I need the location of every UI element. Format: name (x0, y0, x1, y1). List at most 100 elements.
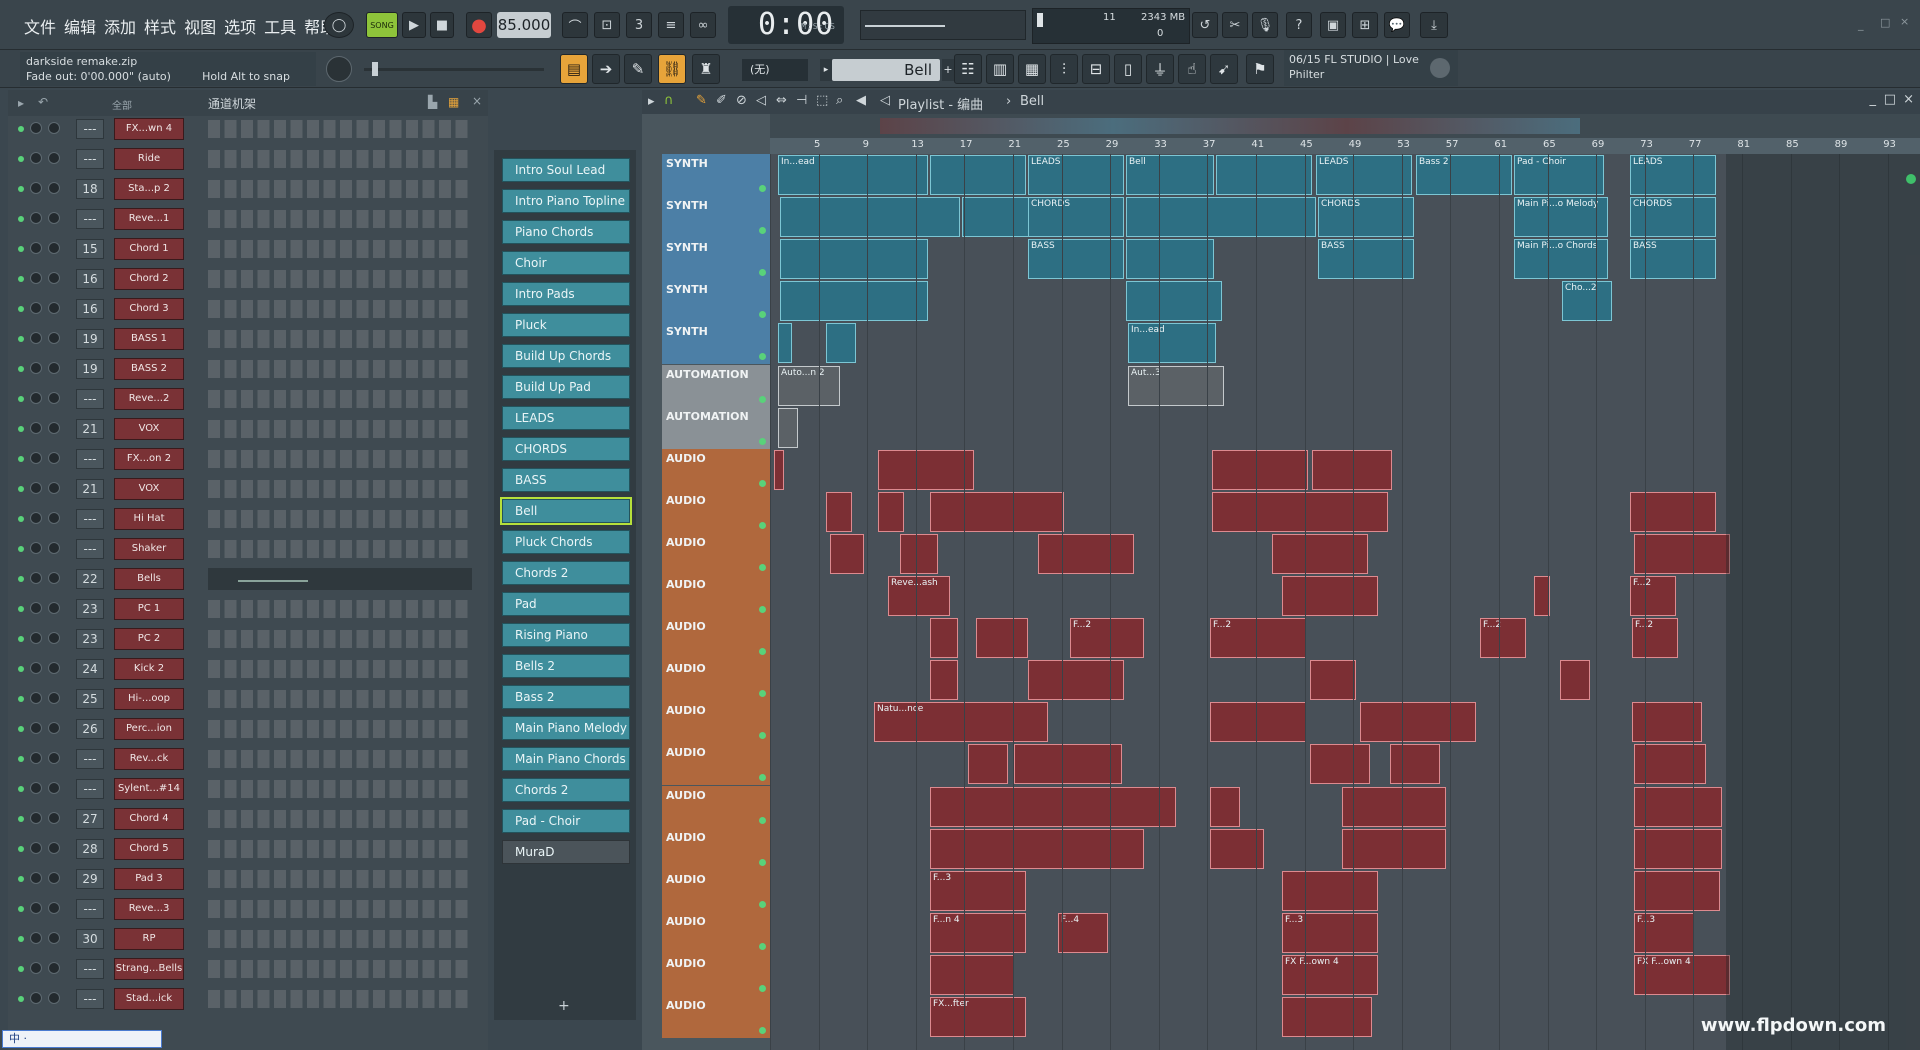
plugin-picker-icon[interactable]: ⊟ (1082, 54, 1110, 84)
step-sequencer-steps[interactable] (208, 180, 472, 198)
channel-pan-knob[interactable] (30, 512, 42, 524)
track-enable-led[interactable] (759, 1027, 766, 1034)
arrow-right-icon[interactable]: ➔ (592, 54, 620, 84)
audio-clip[interactable] (930, 954, 1014, 995)
track-header[interactable]: AUTOMATION (662, 406, 770, 449)
step-sequencer-steps[interactable] (208, 300, 472, 318)
channel-pan-knob[interactable] (30, 212, 42, 224)
step-sequencer-steps[interactable] (208, 840, 472, 858)
channel-name-button[interactable]: Chord 1 (114, 238, 184, 260)
step-sequencer-steps[interactable] (208, 870, 472, 888)
pattern-clip[interactable] (930, 155, 1026, 195)
audio-clip[interactable] (1038, 533, 1134, 574)
audio-clip[interactable] (1014, 744, 1122, 785)
step-sequencer-steps[interactable] (208, 630, 472, 648)
pattern-item[interactable]: Intro Pads (502, 282, 630, 306)
channel-enable-led[interactable] (18, 756, 24, 762)
step-sequencer-steps[interactable] (208, 510, 472, 528)
track-header[interactable]: AUDIO (662, 743, 770, 786)
channel-name-button[interactable]: Hi-...oop (114, 688, 184, 710)
channel-enable-led[interactable] (18, 216, 24, 222)
audio-clip[interactable] (1210, 702, 1306, 743)
step-sequencer-steps[interactable] (208, 150, 472, 168)
recording-indicator-icon[interactable]: ◯ (324, 12, 354, 38)
audio-clip[interactable] (1560, 660, 1590, 701)
audio-clip[interactable]: F...2 (1632, 618, 1678, 659)
audio-clip[interactable]: F...n 4 (930, 912, 1026, 953)
channel-enable-led[interactable] (18, 396, 24, 402)
channel-name-button[interactable]: Chord 2 (114, 268, 184, 290)
audio-clip[interactable] (930, 618, 958, 659)
channel-enable-led[interactable] (18, 786, 24, 792)
channel-mixer-track[interactable]: 30 (76, 929, 104, 949)
channel-pan-knob[interactable] (30, 662, 42, 674)
track-enable-led[interactable] (759, 648, 766, 656)
song-overview[interactable] (770, 114, 1920, 138)
step-sequencer-steps[interactable] (208, 540, 472, 558)
channel-mixer-track[interactable]: 16 (76, 299, 104, 319)
channel-volume-knob[interactable] (48, 272, 60, 284)
channel-volume-knob[interactable] (48, 182, 60, 194)
menu-add[interactable]: 添加 (104, 14, 136, 38)
channel-pan-knob[interactable] (30, 692, 42, 704)
track-enable-led[interactable] (759, 774, 766, 782)
menu-patterns[interactable]: 样式 (144, 14, 176, 38)
channel-pan-knob[interactable] (30, 482, 42, 494)
channel-pan-knob[interactable] (30, 122, 42, 134)
channel-row[interactable]: 24 Kick 2 (8, 656, 478, 682)
channel-pan-knob[interactable] (30, 332, 42, 344)
pencil-icon[interactable]: ✎ (624, 54, 652, 84)
channel-enable-led[interactable] (18, 276, 24, 282)
menu-file[interactable]: 文件 (24, 14, 56, 38)
audio-clip[interactable] (1634, 786, 1722, 827)
channel-volume-knob[interactable] (48, 842, 60, 854)
plug-icon[interactable]: ⏚ (1146, 54, 1174, 84)
pattern-item[interactable]: Choir (502, 251, 630, 275)
step-sequencer-steps[interactable] (208, 420, 472, 438)
pattern-clip[interactable]: Cho...2 (1562, 281, 1612, 322)
minimize-icon[interactable]: _ (1858, 18, 1864, 31)
channel-volume-knob[interactable] (48, 812, 60, 824)
channel-volume-knob[interactable] (48, 242, 60, 254)
track-enable-led[interactable] (759, 353, 766, 361)
step-sequencer-steps[interactable] (208, 720, 472, 738)
track-enable-led[interactable] (759, 479, 766, 487)
channel-name-button[interactable]: VOX (114, 418, 184, 440)
audio-clip[interactable] (930, 491, 1064, 532)
channel-row[interactable]: 22 Bells (8, 566, 478, 592)
audio-clip[interactable] (1282, 870, 1378, 911)
stamp-icon[interactable]: ♜ (692, 54, 720, 84)
master-volume-knob[interactable] (326, 56, 352, 82)
pattern-item[interactable]: Main Piano Melody (502, 716, 630, 740)
help-icon[interactable]: ? (1286, 12, 1312, 38)
channel-mixer-track[interactable]: 25 (76, 689, 104, 709)
channel-enable-led[interactable] (18, 816, 24, 822)
magnet-icon[interactable]: ∩ (664, 93, 674, 108)
channel-name-button[interactable]: Kick 2 (114, 658, 184, 680)
track-header[interactable]: AUDIO (662, 575, 770, 617)
pattern-item[interactable]: Main Piano Chords (502, 747, 630, 771)
track-header[interactable]: AUDIO (662, 953, 770, 996)
channel-volume-knob[interactable] (48, 962, 60, 974)
channel-pan-knob[interactable] (30, 602, 42, 614)
playlist-minimize-icon[interactable]: _ (1870, 92, 1877, 107)
channel-enable-led[interactable] (18, 576, 24, 582)
audio-clip[interactable] (1342, 828, 1446, 869)
step-sequencer-steps[interactable] (208, 750, 472, 768)
audio-clip[interactable]: FX F...own 4 (1282, 954, 1378, 995)
channel-pan-knob[interactable] (30, 362, 42, 374)
pattern-clip[interactable] (780, 197, 960, 238)
playback-tool-icon[interactable]: ◀ (856, 93, 866, 108)
channel-row[interactable]: --- Shaker (8, 536, 478, 562)
pattern-clip[interactable] (780, 239, 928, 280)
track-enable-led[interactable] (759, 563, 766, 571)
channel-pan-knob[interactable] (30, 812, 42, 824)
channel-enable-led[interactable] (18, 606, 24, 612)
channel-mixer-track[interactable]: 21 (76, 419, 104, 439)
audio-clip[interactable]: F...4 (1058, 912, 1108, 953)
channel-enable-led[interactable] (18, 126, 24, 132)
step-edit-icon[interactable]: ≡ (658, 12, 684, 38)
channel-name-button[interactable]: Pad 3 (114, 868, 184, 890)
channel-pan-knob[interactable] (30, 452, 42, 464)
track-enable-led[interactable] (759, 521, 766, 529)
